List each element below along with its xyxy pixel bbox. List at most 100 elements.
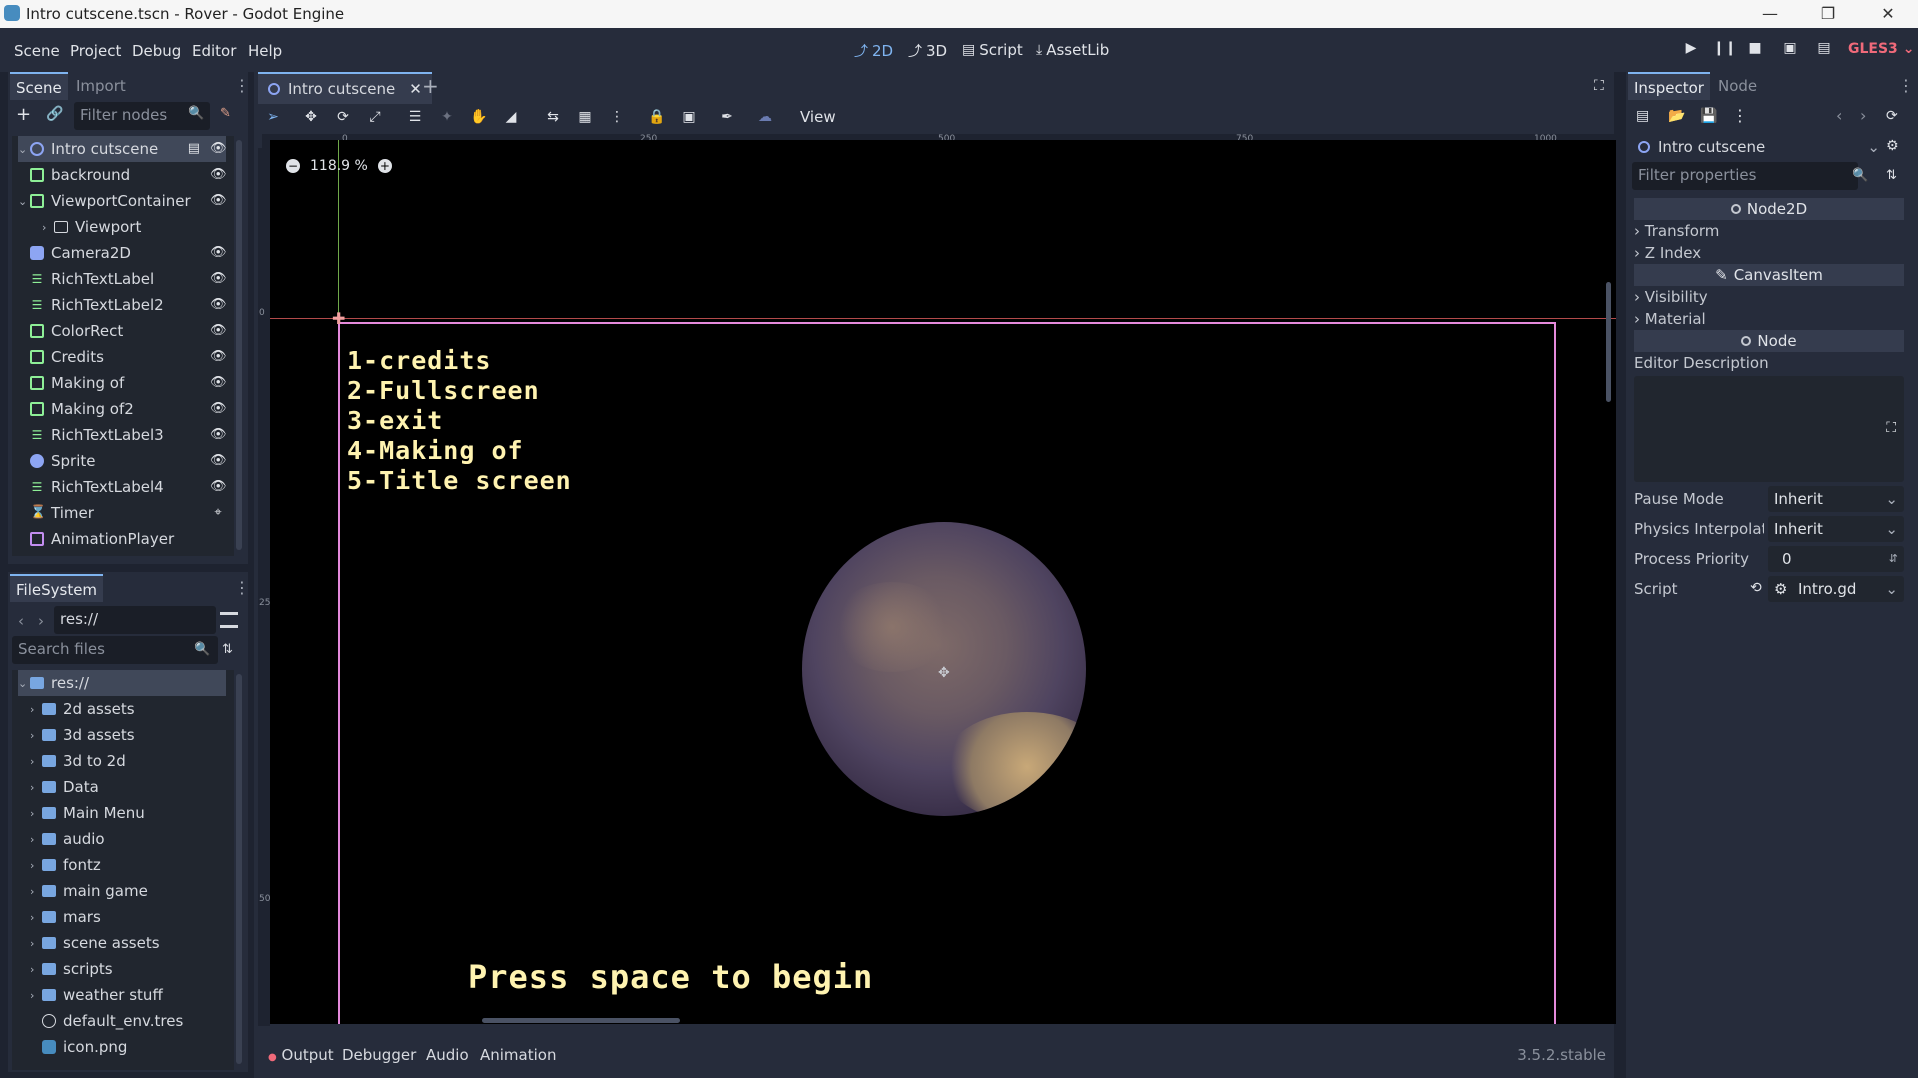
play-scene-icon[interactable]: ▣	[1780, 40, 1800, 60]
pause-mode-select[interactable]: Inherit ⌄	[1768, 486, 1904, 512]
scene-dock-menu-icon[interactable]: ⋮	[234, 76, 250, 95]
group-transform[interactable]: › Transform	[1634, 222, 1719, 240]
spin-arrows-icon[interactable]: ⇵	[1889, 546, 1898, 572]
tree-node-richtextlabel2[interactable]: ☰ RichTextLabel2 👁	[30, 292, 227, 318]
instance-scene-icon[interactable]: 🔗	[46, 106, 64, 124]
viewport-2d[interactable]: ✚ 1-credits 2-Fullscreen 3-exit 4-Making…	[270, 140, 1616, 1024]
more-options-icon[interactable]: ⋮	[1732, 106, 1748, 125]
fs-item[interactable]: › scene assets	[30, 930, 226, 956]
group-material[interactable]: › Material	[1634, 310, 1706, 328]
inspector-menu-icon[interactable]: ⋮	[1898, 76, 1914, 95]
play-custom-scene-icon[interactable]: ▤	[1814, 40, 1834, 60]
tab-import[interactable]: Import	[70, 72, 132, 100]
tree-node-richtextlabel4[interactable]: ☰ RichTextLabel4 👁	[30, 474, 227, 500]
zoom-in-icon[interactable]: +	[377, 159, 392, 173]
visibility-eye-icon[interactable]: 👁	[210, 375, 227, 391]
physics-interpolation-select[interactable]: Inherit ⌄	[1768, 516, 1904, 542]
tab-scene[interactable]: Scene	[10, 72, 68, 100]
visibility-eye-icon[interactable]: 👁	[210, 141, 227, 157]
smart-snap-icon[interactable]: ⇆	[544, 108, 562, 126]
fs-item-root[interactable]: ⌄ res://	[18, 670, 226, 696]
tab-filesystem[interactable]: FileSystem	[10, 574, 104, 602]
visibility-eye-icon[interactable]: 👁	[210, 167, 227, 183]
tab-audio[interactable]: Audio	[426, 1046, 469, 1064]
play-icon[interactable]: ▶	[1681, 40, 1701, 60]
menu-editor[interactable]: Editor	[192, 42, 236, 60]
renderer-selector[interactable]: GLES3 ⌄	[1848, 41, 1914, 57]
chevron-right-icon[interactable]: ›	[38, 612, 44, 630]
rotate-tool-icon[interactable]: ⟳	[334, 108, 352, 126]
tab-animation[interactable]: Animation	[480, 1046, 556, 1064]
tree-node-backround[interactable]: backround 👁	[30, 162, 227, 188]
workspace-assetlib-button[interactable]: ⤓ AssetLib	[1036, 41, 1109, 59]
pivot-icon[interactable]: ✦	[438, 108, 456, 126]
menu-help[interactable]: Help	[248, 42, 282, 60]
save-icon[interactable]: 💾	[1700, 108, 1717, 124]
signal-icon[interactable]: ⌖	[210, 505, 226, 521]
tab-node[interactable]: Node	[1712, 72, 1763, 100]
workspace-script-button[interactable]: ▤ Script	[962, 41, 1023, 59]
visibility-eye-icon[interactable]: 👁	[210, 245, 227, 261]
visibility-eye-icon[interactable]: 👁	[210, 453, 227, 469]
workspace-2d-button[interactable]: ⤴ 2D	[854, 41, 893, 61]
menu-scene[interactable]: Scene	[14, 42, 60, 60]
filesystem-menu-icon[interactable]: ⋮	[234, 578, 250, 597]
tree-node-richtextlabel[interactable]: ☰ RichTextLabel 👁	[30, 266, 227, 292]
tab-debugger[interactable]: Debugger	[342, 1046, 416, 1064]
move-tool-icon[interactable]: ✥	[302, 108, 320, 126]
filter-properties-input[interactable]: Filter properties	[1632, 162, 1858, 190]
viewport-vscrollbar[interactable]	[1606, 282, 1611, 402]
visibility-eye-icon[interactable]: 👁	[210, 323, 227, 339]
group-zindex[interactable]: › Z Index	[1634, 244, 1701, 262]
script-attach-icon[interactable]: ✎	[220, 106, 236, 122]
tab-intro-cutscene[interactable]: Intro cutscene ✕	[258, 72, 432, 104]
visibility-eye-icon[interactable]: 👁	[210, 297, 227, 313]
stop-icon[interactable]: ■	[1745, 40, 1765, 60]
view-menu[interactable]: View	[800, 108, 836, 126]
lock-icon[interactable]: 🔒	[648, 108, 666, 126]
revert-icon[interactable]: ⟲	[1750, 580, 1762, 596]
visibility-eye-icon[interactable]: 👁	[210, 427, 227, 443]
fullscreen-icon[interactable]: ⛶	[1594, 78, 1604, 94]
visibility-eye-icon[interactable]: 👁	[210, 193, 227, 209]
fs-item[interactable]: › weather stuff	[30, 982, 226, 1008]
tree-node-making-of2[interactable]: Making of2 👁	[30, 396, 227, 422]
tree-node-viewportcontainer[interactable]: ⌄ ViewportContainer 👁	[18, 188, 227, 214]
history-forward-icon[interactable]: ›	[1860, 106, 1866, 125]
ruler-tool-icon[interactable]: ◢	[502, 108, 520, 126]
scale-tool-icon[interactable]: ⤢	[366, 108, 384, 126]
tree-node-camera2d[interactable]: Camera2D 👁	[30, 240, 227, 266]
tree-node-viewport[interactable]: › Viewport	[42, 214, 226, 240]
zoom-level[interactable]: 118.9 %	[310, 158, 368, 174]
expand-icon[interactable]: ⛶	[1886, 420, 1896, 436]
pause-icon[interactable]: ❙❙	[1713, 40, 1736, 60]
fs-item[interactable]: › Main Menu	[30, 800, 226, 826]
list-select-icon[interactable]: ☰	[406, 108, 424, 126]
group-visibility[interactable]: › Visibility	[1634, 288, 1708, 306]
sort-icon[interactable]: ⇅	[222, 642, 233, 657]
visibility-eye-icon[interactable]: 👁	[210, 349, 227, 365]
close-icon[interactable]: ✕	[409, 80, 422, 98]
select-tool-icon[interactable]: ➢	[264, 108, 282, 126]
add-node-icon[interactable]: +	[16, 106, 34, 124]
object-docs-icon[interactable]: ⚙	[1886, 138, 1899, 154]
history-icon[interactable]: ⟳	[1886, 108, 1898, 124]
skeleton-icon[interactable]: ✒	[718, 108, 736, 126]
group-icon[interactable]: ▣	[680, 108, 698, 126]
tree-node-sprite[interactable]: Sprite 👁	[30, 448, 227, 474]
add-tab-icon[interactable]: +	[422, 74, 439, 98]
tree-node-timer[interactable]: ⌛ Timer ⌖	[30, 500, 226, 526]
maximize-icon[interactable]: ❐	[1818, 4, 1838, 24]
snap-options-icon[interactable]: ⋮	[608, 108, 626, 126]
visibility-eye-icon[interactable]: 👁	[210, 271, 227, 287]
workspace-3d-button[interactable]: ⤴ 3D	[908, 41, 947, 61]
object-selector[interactable]: Intro cutscene ⌄	[1632, 134, 1880, 160]
search-files-input[interactable]: Search files	[12, 636, 218, 664]
fs-item[interactable]: icon.png	[42, 1034, 226, 1060]
tab-inspector[interactable]: Inspector	[1628, 72, 1710, 100]
fs-item[interactable]: › fontz	[30, 852, 226, 878]
tree-node-richtextlabel3[interactable]: ☰ RichTextLabel3 👁	[30, 422, 227, 448]
tree-node-colorrect[interactable]: ColorRect 👁	[30, 318, 227, 344]
tree-node-animationplayer[interactable]: AnimationPlayer	[30, 526, 226, 552]
visibility-eye-icon[interactable]: 👁	[210, 479, 227, 495]
